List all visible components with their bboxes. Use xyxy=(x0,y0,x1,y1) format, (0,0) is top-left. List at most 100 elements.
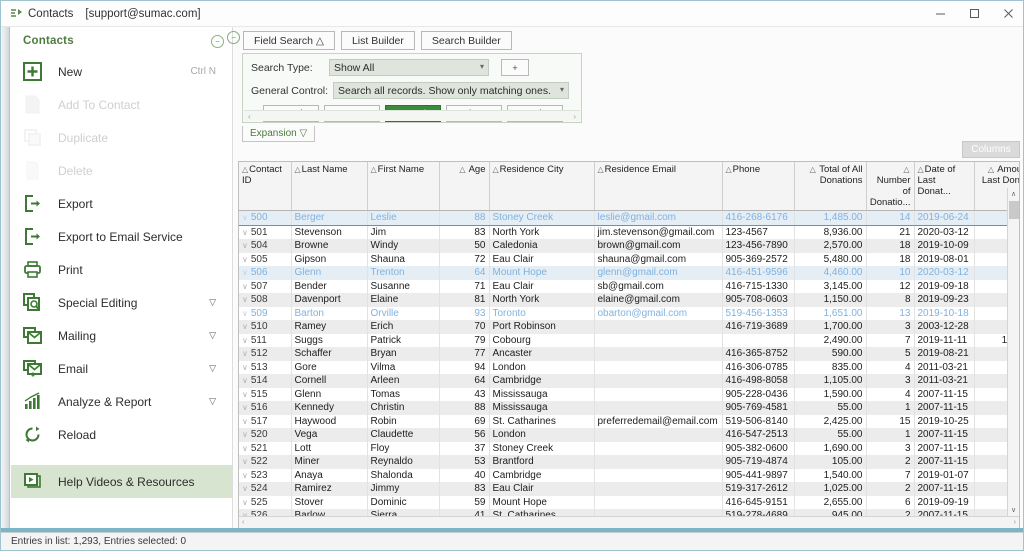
cell-residence-city[interactable]: London xyxy=(489,360,595,374)
cell-number-donations[interactable]: 15 xyxy=(866,414,915,428)
row-expand-icon[interactable]: ∨ xyxy=(242,471,248,480)
cell-last-name[interactable]: Suggs xyxy=(291,333,368,347)
table-row[interactable]: ∨ 505 Gipson Shauna 72 Eau Clair shauna@gmail.… xyxy=(239,252,1019,266)
cell-residence-email[interactable] xyxy=(594,441,723,455)
row-expand-icon[interactable]: ∨ xyxy=(242,349,248,358)
cell-last-name[interactable]: Haywood xyxy=(291,414,368,428)
chevron-down-icon[interactable]: ▽ xyxy=(209,396,216,407)
cell-first-name[interactable]: Dominic xyxy=(367,495,440,509)
tab-field-search[interactable]: Field Search △ xyxy=(243,31,335,50)
cell-age[interactable]: 81 xyxy=(439,293,490,307)
cell-age[interactable]: 77 xyxy=(439,347,490,361)
row-expand-icon[interactable]: ∨ xyxy=(242,268,248,277)
cell-residence-email[interactable] xyxy=(594,333,723,347)
cell-number-donations[interactable]: 3 xyxy=(866,320,915,334)
expand-circle-icon[interactable]: − xyxy=(227,31,240,44)
cell-residence-city[interactable]: North York xyxy=(489,293,595,307)
sidebar-item-export[interactable]: Export xyxy=(11,187,232,220)
cell-phone[interactable]: 416-268-6176 xyxy=(722,210,795,226)
hscroll-left-arrow[interactable]: ‹ xyxy=(242,519,244,526)
row-expand-icon[interactable]: ∨ xyxy=(242,295,248,304)
cell-residence-email[interactable]: elaine@gmail.com xyxy=(594,293,723,307)
cell-residence-email[interactable] xyxy=(594,495,723,509)
cell-number-donations[interactable]: 2 xyxy=(866,482,915,496)
table-row[interactable]: ∨ 515 Glenn Tomas 43 Mississauga 905-228-0436 1… xyxy=(239,387,1019,401)
cell-total-donations[interactable]: 2,655.00 xyxy=(794,495,867,509)
col-first-name[interactable]: △First Name xyxy=(367,162,440,211)
cell-last-name[interactable]: Browne xyxy=(291,239,368,253)
cell-first-name[interactable]: Leslie xyxy=(367,210,440,226)
cell-total-donations[interactable]: 1,651.00 xyxy=(794,306,867,320)
col-date-last-donation[interactable]: △Date of Last Donat... xyxy=(914,162,975,211)
table-row[interactable]: ∨ 525 Stover Dominic 59 Mount Hope 416-645-915… xyxy=(239,495,1019,509)
col-age[interactable]: △ Age xyxy=(439,162,490,211)
cell-phone[interactable]: 905-708-0603 xyxy=(722,293,795,307)
close-icon[interactable] xyxy=(991,1,1023,27)
cell-last-name[interactable]: Miner xyxy=(291,455,368,469)
cell-residence-email[interactable]: preferredemail@email.com xyxy=(594,414,723,428)
table-row[interactable]: ∨ 510 Ramey Erich 70 Port Robinson 416-719-368… xyxy=(239,320,1019,334)
cell-first-name[interactable]: Robin xyxy=(367,414,440,428)
cell-residence-city[interactable]: Caledonia xyxy=(489,239,595,253)
cell-last-name[interactable]: Davenport xyxy=(291,293,368,307)
cell-contact-id[interactable]: ∨ 509 xyxy=(239,306,292,320)
cell-residence-email[interactable] xyxy=(594,468,723,482)
row-expand-icon[interactable]: ∨ xyxy=(242,282,248,291)
expansion-tab[interactable]: Expansion ▽ xyxy=(242,126,316,142)
cell-age[interactable]: 43 xyxy=(439,387,490,401)
cell-date-last-donation[interactable]: 2007-11-15 xyxy=(914,387,975,401)
cell-number-donations[interactable]: 21 xyxy=(866,225,915,239)
cell-residence-city[interactable]: Stoney Creek xyxy=(489,210,595,226)
cell-residence-email[interactable] xyxy=(594,482,723,496)
cell-date-last-donation[interactable]: 2019-10-25 xyxy=(914,414,975,428)
cell-contact-id[interactable]: ∨ 501 xyxy=(239,225,292,239)
cell-number-donations[interactable]: 7 xyxy=(866,468,915,482)
search-horizontal-scrollbar[interactable]: ‹ › xyxy=(244,110,580,121)
cell-last-name[interactable]: Glenn xyxy=(291,387,368,401)
row-expand-icon[interactable]: ∨ xyxy=(242,363,248,372)
row-expand-icon[interactable]: ∨ xyxy=(242,498,248,507)
scroll-right-arrow[interactable]: › xyxy=(573,112,576,121)
cell-age[interactable]: 40 xyxy=(439,468,490,482)
sidebar-item-add-to-contact[interactable]: Add To Contact xyxy=(11,88,232,121)
cell-residence-email[interactable]: jim.stevenson@gmail.com xyxy=(594,225,723,239)
cell-phone[interactable]: 519-456-1353 xyxy=(722,306,795,320)
cell-age[interactable]: 69 xyxy=(439,414,490,428)
cell-phone[interactable]: 519-506-8140 xyxy=(722,414,795,428)
cell-last-name[interactable]: Gipson xyxy=(291,252,368,266)
cell-contact-id[interactable]: ∨ 524 xyxy=(239,482,292,496)
cell-contact-id[interactable]: ∨ 508 xyxy=(239,293,292,307)
cell-last-name[interactable]: Anaya xyxy=(291,468,368,482)
cell-contact-id[interactable]: ∨ 510 xyxy=(239,320,292,334)
cell-number-donations[interactable]: 10 xyxy=(866,266,915,280)
cell-phone[interactable]: 519-317-2612 xyxy=(722,482,795,496)
tab-search-builder[interactable]: Search Builder xyxy=(420,31,512,50)
cell-residence-email[interactable] xyxy=(594,360,723,374)
cell-number-donations[interactable]: 4 xyxy=(866,360,915,374)
cell-last-name[interactable]: Vega xyxy=(291,428,368,442)
cell-phone[interactable]: 416-547-2513 xyxy=(722,428,795,442)
cell-residence-email[interactable]: obarton@gmail.com xyxy=(594,306,723,320)
cell-first-name[interactable]: Christin xyxy=(367,401,440,415)
cell-date-last-donation[interactable]: 2019-10-09 xyxy=(914,239,975,253)
cell-residence-city[interactable]: Cobourg xyxy=(489,333,595,347)
cell-residence-city[interactable]: Mount Hope xyxy=(489,495,595,509)
cell-residence-email[interactable]: brown@gmail.com xyxy=(594,239,723,253)
cell-first-name[interactable]: Patrick xyxy=(367,333,440,347)
cell-date-last-donation[interactable]: 2020-03-12 xyxy=(914,225,975,239)
table-row[interactable]: ∨ 523 Anaya Shalonda 40 Cambridge 905-441-9897… xyxy=(239,468,1019,482)
cell-age[interactable]: 59 xyxy=(439,495,490,509)
cell-total-donations[interactable]: 1,105.00 xyxy=(794,374,867,388)
cell-age[interactable]: 94 xyxy=(439,360,490,374)
cell-first-name[interactable]: Trenton xyxy=(367,266,440,280)
col-residence-email[interactable]: △Residence Email xyxy=(594,162,723,211)
table-row[interactable]: ∨ 509 Barton Orville 93 Toronto obarton@gmail.… xyxy=(239,306,1019,320)
cell-date-last-donation[interactable]: 2003-12-28 xyxy=(914,320,975,334)
cell-phone[interactable]: 416-645-9151 xyxy=(722,495,795,509)
cell-date-last-donation[interactable]: 2007-11-15 xyxy=(914,482,975,496)
col-residence-city[interactable]: △Residence City xyxy=(489,162,595,211)
cell-first-name[interactable]: Shauna xyxy=(367,252,440,266)
table-row[interactable]: ∨ 508 Davenport Elaine 81 North York elaine@gm… xyxy=(239,293,1019,307)
cell-age[interactable]: 64 xyxy=(439,374,490,388)
cell-total-donations[interactable]: 1,485.00 xyxy=(794,210,867,226)
